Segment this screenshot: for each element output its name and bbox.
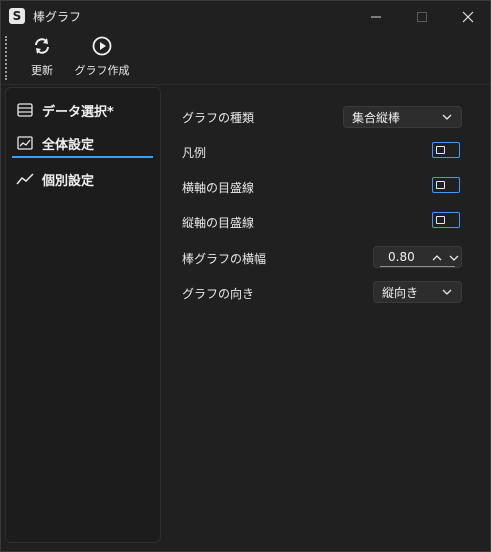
settings-panel: グラフの種類 集合縦棒 凡例 横軸の目盛線 縦軸の目盛線 棒グラフの横幅 0.8…	[161, 87, 490, 547]
sidebar-item-data-select[interactable]: データ選択*	[16, 97, 114, 123]
table-icon	[16, 102, 34, 118]
bar-width-value: 0.80	[388, 250, 415, 264]
close-button[interactable]	[445, 1, 491, 32]
minimize-icon	[371, 16, 381, 17]
minimize-button[interactable]	[353, 1, 399, 32]
chart-type-label: グラフの種類	[182, 111, 255, 125]
chevron-down-icon[interactable]	[448, 252, 460, 264]
y-gridlines-label: 縦軸の目盛線	[182, 216, 255, 230]
maximize-icon	[417, 11, 427, 22]
close-icon	[462, 11, 474, 22]
orientation-value: 縦向き	[382, 285, 419, 300]
selected-indicator	[12, 156, 153, 158]
refresh-button[interactable]: 更新	[23, 36, 61, 82]
title-bar: S 棒グラフ	[1, 1, 490, 32]
app-logo-icon: S	[9, 8, 25, 24]
legend-toggle[interactable]	[432, 142, 460, 158]
toolbar: 更新 グラフ作成	[1, 32, 490, 85]
app-window: S 棒グラフ 更新 グラフ作成 データ選択* 全体設定 個別設定 グラフの種類 …	[0, 0, 491, 552]
toolbar-grip[interactable]	[5, 36, 9, 80]
create-chart-button[interactable]: グラフ作成	[71, 36, 133, 82]
window-title: 棒グラフ	[33, 10, 82, 24]
refresh-icon	[35, 38, 49, 54]
chevron-up-icon[interactable]	[431, 252, 443, 264]
orientation-label: グラフの向き	[182, 287, 255, 301]
orientation-select[interactable]: 縦向き	[373, 281, 462, 303]
maximize-button[interactable]	[399, 1, 445, 32]
chevron-down-icon	[442, 114, 452, 120]
trend-icon	[16, 171, 34, 187]
toggle-knob	[436, 146, 445, 154]
sidebar-nav: データ選択* 全体設定 個別設定	[5, 87, 161, 543]
bar-width-label: 棒グラフの横幅	[182, 252, 267, 266]
chart-type-value: 集合縦棒	[352, 110, 401, 125]
play-icon	[92, 36, 112, 56]
legend-label: 凡例	[182, 146, 207, 160]
refresh-label: 更新	[31, 64, 53, 77]
toggle-knob	[436, 216, 445, 224]
chart-type-select[interactable]: 集合縦棒	[343, 106, 462, 128]
x-gridlines-toggle[interactable]	[432, 177, 460, 193]
create-chart-label: グラフ作成	[74, 64, 130, 77]
chart-line-icon	[16, 135, 34, 151]
sidebar-item-label: 全体設定	[42, 137, 95, 153]
toggle-knob	[436, 181, 445, 189]
bar-width-stepper[interactable]: 0.80	[373, 246, 462, 268]
chevron-down-icon	[442, 289, 452, 295]
y-gridlines-toggle[interactable]	[432, 212, 460, 228]
sidebar-item-individual-settings[interactable]: 個別設定	[16, 166, 94, 192]
sidebar-item-label: 個別設定	[42, 173, 95, 189]
stepper-underline	[380, 266, 455, 267]
sidebar-item-global-settings[interactable]: 全体設定	[16, 130, 94, 156]
x-gridlines-label: 横軸の目盛線	[182, 181, 255, 195]
sidebar-item-label: データ選択*	[42, 104, 114, 120]
